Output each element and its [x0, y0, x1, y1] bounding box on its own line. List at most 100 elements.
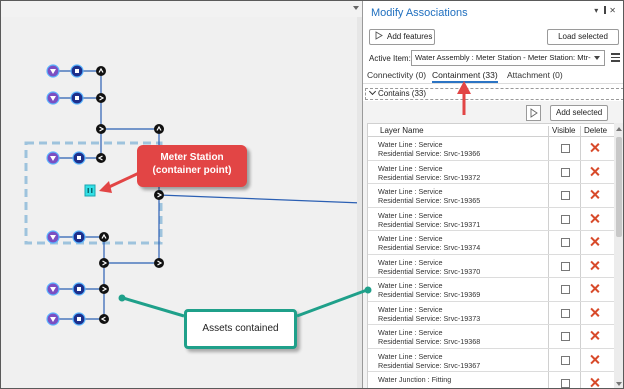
delete-icon[interactable]: [590, 284, 599, 293]
fitting-icon[interactable]: [96, 93, 106, 103]
meter-icon[interactable]: [46, 282, 60, 296]
tab-attachment[interactable]: Attachment (0): [507, 70, 563, 80]
layer-name-line2: Residential Service: Srvc-19365: [378, 196, 481, 205]
container-point-icon[interactable]: [84, 184, 96, 197]
delete-icon[interactable]: [590, 167, 599, 176]
visible-checkbox[interactable]: [561, 144, 570, 153]
map-canvas[interactable]: [1, 1, 362, 389]
delete-icon[interactable]: [590, 143, 599, 152]
fitting-icon[interactable]: [96, 153, 106, 163]
layer-name-line1: Water Line : Service: [378, 210, 443, 220]
fitting-icon[interactable]: [99, 314, 109, 324]
layer-name-line1: Water Line : Service: [378, 187, 443, 196]
visible-checkbox[interactable]: [561, 355, 570, 365]
meter-icon[interactable]: [46, 151, 60, 165]
column-header-delete[interactable]: Delete: [584, 126, 607, 135]
scroll-thumb[interactable]: [616, 137, 622, 237]
delete-icon[interactable]: [590, 378, 599, 387]
visible-checkbox[interactable]: [561, 191, 570, 200]
visible-checkbox[interactable]: [561, 379, 570, 388]
visible-checkbox[interactable]: [561, 285, 570, 294]
visible-checkbox[interactable]: [561, 332, 570, 341]
map-view[interactable]: Meter Station (container point) Assets c…: [1, 1, 362, 389]
layer-name-cell: Water Line : Service Residential Service:…: [378, 258, 480, 276]
table-row[interactable]: Water Line : Service Residential Service:…: [368, 254, 616, 278]
water-line[interactable]: [158, 194, 362, 204]
fitting-icon[interactable]: [96, 124, 106, 134]
contains-section-header[interactable]: Contains (33): [365, 87, 623, 100]
valve-icon[interactable]: [72, 151, 86, 165]
layer-name-cell: Water Line : Service Residential Service:…: [378, 281, 480, 299]
scroll-up-icon[interactable]: [616, 127, 622, 131]
fitting-icon[interactable]: [99, 284, 109, 294]
table-scrollbar[interactable]: [614, 123, 623, 388]
meter-icon[interactable]: [46, 64, 60, 78]
delete-icon[interactable]: [590, 190, 599, 199]
visible-checkbox[interactable]: [561, 308, 570, 318]
scroll-down-icon[interactable]: [616, 382, 622, 386]
fitting-icon[interactable]: [96, 66, 106, 76]
pane-options-chevron-icon[interactable]: ▾: [594, 6, 601, 15]
layer-name-line2: Residential Service: Srvc-19374: [378, 243, 481, 252]
fitting-icon[interactable]: [154, 124, 164, 134]
add-features-icon: [375, 31, 383, 40]
layer-name-line2: Residential Service: Srvc-19368: [378, 337, 481, 346]
delete-icon[interactable]: [590, 331, 599, 340]
fitting-icon[interactable]: [154, 190, 164, 200]
fitting-icon[interactable]: [99, 232, 109, 242]
meter-icon[interactable]: [46, 312, 60, 326]
layer-name-line2: Residential Service: Srvc-19369: [378, 290, 481, 299]
add-features-button[interactable]: Add features: [369, 29, 435, 45]
delete-icon[interactable]: [590, 214, 599, 223]
pin-icon[interactable]: [604, 6, 607, 14]
tab-containment[interactable]: Containment (33): [432, 70, 498, 83]
table-row[interactable]: Water Line : Service Residential Service:…: [368, 301, 616, 325]
contains-table: Layer Name Visible Delete Water Line : S…: [367, 123, 616, 388]
valve-icon[interactable]: [72, 312, 86, 326]
layer-name-line1: Water Line : Service: [378, 304, 443, 314]
table-row[interactable]: Water Line : Service Residential Service:…: [368, 325, 616, 349]
layer-name-cell: Water Line : Service Residential Service:…: [378, 305, 480, 323]
table-body: Water Line : Service Residential Service:…: [368, 137, 616, 388]
layer-name-line1: Water Line : Service: [378, 234, 443, 243]
table-row[interactable]: Water Line : Service Residential Service:…: [368, 278, 616, 302]
meter-station-callout-line2: (container point): [152, 165, 232, 176]
tab-connectivity[interactable]: Connectivity (0): [367, 70, 426, 80]
active-item-dropdown[interactable]: Water Assembly : Meter Station - Meter S…: [411, 50, 605, 66]
valve-icon[interactable]: [72, 282, 86, 296]
visible-checkbox[interactable]: [561, 261, 570, 271]
delete-icon[interactable]: [590, 355, 599, 364]
layer-name-cell: Water Line : Service Residential Service:…: [378, 234, 480, 252]
valve-icon[interactable]: [70, 64, 84, 78]
delete-icon[interactable]: [590, 261, 599, 270]
table-row[interactable]: Water Line : Service Residential Service:…: [368, 231, 616, 255]
table-row[interactable]: Water Junction : Fitting: [368, 372, 616, 388]
table-row[interactable]: Water Line : Service Residential Service:…: [368, 207, 616, 231]
delete-icon[interactable]: [590, 237, 599, 246]
layer-name-cell: Water Line : Service Residential Service:…: [378, 352, 480, 370]
meter-icon[interactable]: [46, 230, 60, 244]
load-selected-button[interactable]: Load selected: [547, 29, 619, 45]
delete-icon[interactable]: [590, 308, 599, 317]
column-header-visible[interactable]: Visible: [552, 126, 575, 135]
visible-checkbox[interactable]: [561, 167, 570, 177]
fitting-icon[interactable]: [99, 258, 109, 268]
fitting-icon[interactable]: [154, 258, 164, 268]
close-icon[interactable]: ✕: [609, 6, 619, 15]
table-row[interactable]: Water Line : Service Residential Service:…: [368, 160, 616, 184]
table-row[interactable]: Water Line : Service Residential Service:…: [368, 184, 616, 208]
layer-name-cell: Water Line : Service Residential Service:…: [378, 140, 480, 158]
add-selected-button[interactable]: Add selected: [550, 105, 608, 121]
select-features-button[interactable]: [526, 105, 541, 121]
active-item-label: Active Item:: [369, 54, 411, 63]
meter-icon[interactable]: [46, 91, 60, 105]
table-row[interactable]: Water Line : Service Residential Service:…: [368, 137, 616, 161]
table-row[interactable]: Water Line : Service Residential Service:…: [368, 348, 616, 372]
visible-checkbox[interactable]: [561, 238, 570, 247]
visible-checkbox[interactable]: [561, 214, 570, 224]
tabs-divider: [363, 83, 623, 84]
valve-icon[interactable]: [72, 230, 86, 244]
menu-icon[interactable]: [611, 53, 620, 64]
valve-icon[interactable]: [70, 91, 84, 105]
column-header-layer-name[interactable]: Layer Name: [380, 126, 424, 135]
